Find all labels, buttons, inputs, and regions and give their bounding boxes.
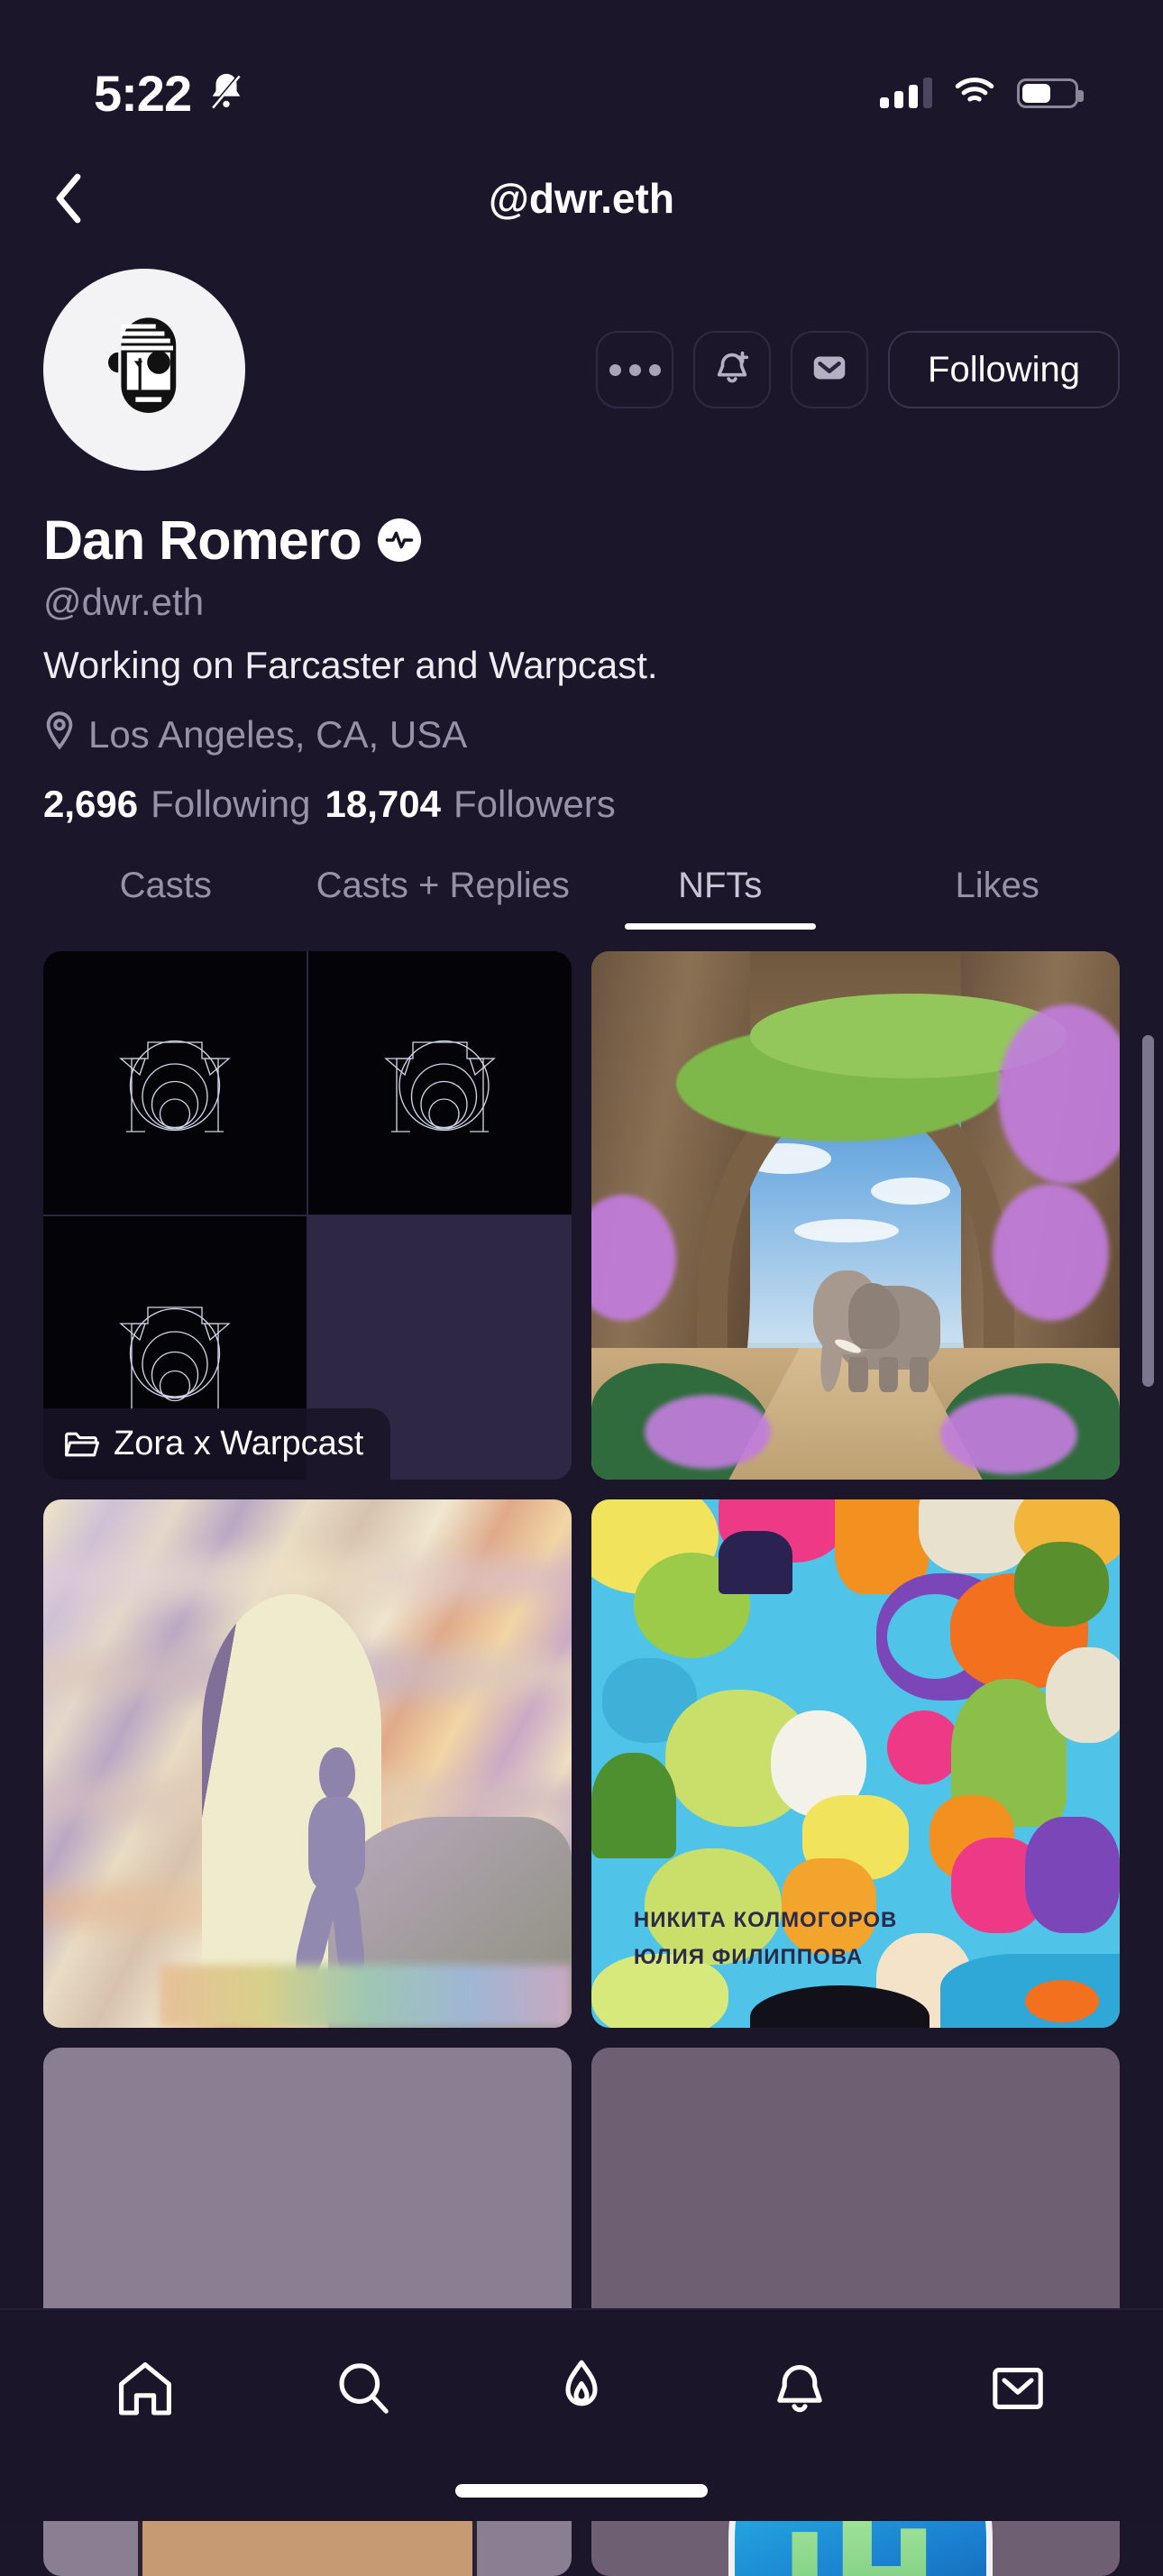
folder-icon bbox=[63, 1429, 99, 1460]
bell-plus-icon bbox=[711, 347, 753, 393]
elephant-figure bbox=[813, 1263, 940, 1394]
cellular-signal-icon bbox=[880, 78, 932, 108]
nft-artwork bbox=[591, 951, 1120, 1480]
home-icon bbox=[113, 2356, 178, 2425]
collection-label: Zora x Warpcast bbox=[43, 1408, 391, 1480]
username: @dwr.eth bbox=[43, 581, 205, 623]
mosaic-tile bbox=[308, 951, 572, 1215]
location-text: Los Angeles, CA, USA bbox=[88, 713, 468, 756]
nft-item-doodle-art[interactable]: никита колмогоров юлия филиппова bbox=[591, 1499, 1120, 2028]
doodle-text-line2: юлия филиппова bbox=[633, 1944, 864, 1969]
map-pin-icon bbox=[43, 710, 76, 759]
search-icon bbox=[331, 2356, 396, 2425]
profile-actions: Following bbox=[596, 331, 1120, 408]
nft-artwork bbox=[43, 1499, 572, 2028]
display-name: Dan Romero bbox=[43, 509, 362, 571]
profile-section: Following Dan Romero @dwr.eth Working on… bbox=[0, 269, 1163, 826]
wifi-icon bbox=[954, 75, 995, 112]
notify-button[interactable] bbox=[693, 331, 772, 408]
status-bar-left: 5:22 bbox=[94, 64, 247, 123]
status-time: 5:22 bbox=[94, 64, 192, 122]
followers-count: 18,704 bbox=[325, 783, 441, 825]
back-button[interactable] bbox=[32, 162, 105, 234]
location-row: Los Angeles, CA, USA bbox=[43, 710, 1120, 759]
page-title: @dwr.eth bbox=[489, 175, 674, 222]
profile-stats: 2,696 Following 18,704 Followers bbox=[43, 783, 1120, 826]
nft-item-surreal-arch[interactable] bbox=[43, 1499, 572, 2028]
bottom-nav-items bbox=[0, 2310, 1163, 2440]
profile-top-row: Following bbox=[43, 269, 1120, 471]
flame-icon bbox=[549, 2356, 614, 2425]
tab-casts[interactable]: Casts bbox=[27, 866, 305, 930]
following-count: 2,696 bbox=[43, 783, 139, 825]
nav-trending-button[interactable] bbox=[527, 2341, 636, 2440]
status-bar: 5:22 bbox=[0, 0, 1163, 144]
followers-stat[interactable]: 18,704 Followers bbox=[325, 783, 616, 826]
display-name-row: Dan Romero bbox=[43, 509, 1120, 572]
follow-button-label: Following bbox=[928, 349, 1080, 390]
status-bar-right bbox=[880, 75, 1084, 112]
doodle-text-line1: никита колмогоров bbox=[633, 1907, 898, 1932]
nft-artwork: никита колмогоров юлия филиппова bbox=[591, 1499, 1120, 2028]
vertical-scrollbar[interactable] bbox=[1142, 1035, 1154, 1387]
bell-icon bbox=[767, 2356, 832, 2425]
nav-messages-button[interactable] bbox=[964, 2341, 1072, 2440]
collection-label-text: Zora x Warpcast bbox=[114, 1425, 364, 1462]
envelope-icon bbox=[985, 2356, 1050, 2425]
profile-tabs: Casts Casts + Replies NFTs Likes bbox=[0, 866, 1163, 930]
nft-item-elephant-ruins[interactable] bbox=[591, 951, 1120, 1480]
ellipsis-icon bbox=[609, 363, 661, 376]
tab-likes[interactable]: Likes bbox=[859, 866, 1137, 930]
nav-header: @dwr.eth bbox=[0, 144, 1163, 252]
nav-notifications-button[interactable] bbox=[746, 2341, 854, 2440]
walking-figure bbox=[291, 1747, 376, 1981]
message-button[interactable] bbox=[791, 331, 869, 408]
more-options-button[interactable] bbox=[596, 331, 674, 408]
bottom-nav-bar bbox=[0, 2308, 1163, 2521]
following-label: Following bbox=[151, 783, 311, 825]
nav-home-button[interactable] bbox=[91, 2341, 199, 2440]
bell-slash-icon bbox=[206, 70, 247, 116]
following-stat[interactable]: 2,696 Following bbox=[43, 783, 311, 826]
collection-mosaic bbox=[43, 951, 572, 1480]
nav-search-button[interactable] bbox=[309, 2341, 417, 2440]
mosaic-tile bbox=[43, 951, 307, 1215]
tab-casts-replies[interactable]: Casts + Replies bbox=[305, 866, 582, 930]
follow-button[interactable]: Following bbox=[888, 331, 1120, 408]
battery-icon bbox=[1017, 78, 1084, 108]
bio-text: Working on Farcaster and Warpcast. bbox=[43, 644, 658, 686]
envelope-icon bbox=[809, 347, 850, 393]
home-indicator bbox=[455, 2484, 708, 2498]
avatar[interactable] bbox=[43, 269, 245, 471]
pulse-badge-icon bbox=[377, 518, 421, 562]
tab-nfts[interactable]: NFTs bbox=[582, 866, 859, 930]
followers-label: Followers bbox=[453, 783, 616, 825]
nft-collection-zora-warpcast[interactable]: Zora x Warpcast bbox=[43, 951, 572, 1480]
